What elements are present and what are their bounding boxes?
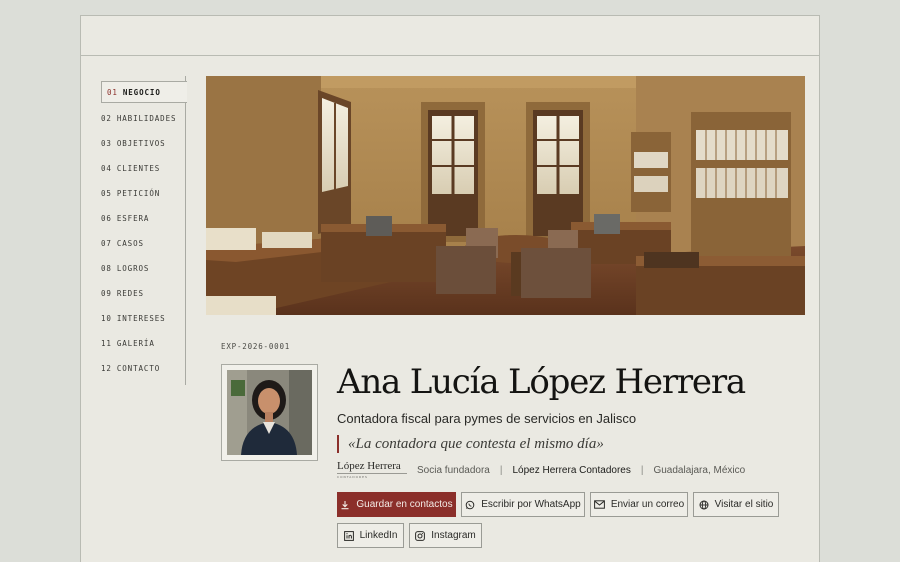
nav-item-number: 10	[101, 314, 112, 323]
profile-name: Ana Lucía López Herrera	[337, 362, 746, 402]
email-label: Enviar un correo	[610, 499, 685, 510]
instagram-label: Instagram	[431, 530, 476, 541]
website-label: Visitar el sitio	[714, 499, 774, 510]
nav-item-number: 03	[101, 139, 112, 148]
save-contact-label: Guardar en contactos	[356, 499, 453, 510]
nav-item-label: CONTACTO	[116, 364, 161, 373]
firm-logo-name: López Herrera	[337, 460, 401, 472]
top-bar	[81, 16, 819, 56]
firm-logo: López Herrera CONTADORES	[337, 460, 407, 479]
nav-item-galeria[interactable]: 11 GALERÍA	[101, 331, 185, 356]
profile-location: Guadalajara, México	[653, 465, 746, 476]
nav-item-logros[interactable]: 08 LOGROS	[101, 256, 185, 281]
profile-meta: Socia fundadora | López Herrera Contador…	[417, 465, 745, 476]
nav-item-label: OBJETIVOS	[116, 139, 166, 148]
profile-portrait	[221, 364, 318, 461]
linkedin-icon	[343, 530, 354, 541]
whatsapp-icon	[465, 500, 475, 510]
nav-item-contacto[interactable]: 12 CONTACTO	[101, 356, 185, 381]
instagram-button[interactable]: Instagram	[409, 523, 482, 548]
profile-position: Socia fundadora	[417, 465, 490, 476]
email-button[interactable]: Enviar un correo	[590, 492, 688, 517]
portrait-photo	[227, 370, 312, 455]
profile-role: Contadora fiscal para pymes de servicios…	[337, 411, 637, 426]
save-contact-button[interactable]: Guardar en contactos	[337, 492, 456, 517]
office-illustration	[206, 76, 805, 315]
profile-tagline: «La contadora que contesta el mismo día»	[348, 436, 604, 452]
nav-item-label: REDES	[116, 289, 144, 298]
nav-item-clientes[interactable]: 04 CLIENTES	[101, 156, 185, 181]
section-nav: 01 NEGOCIO 02 HABILIDADES 03 OBJETIVOS 04 CL…	[101, 76, 187, 385]
nav-item-esfera[interactable]: 06 ESFERA	[101, 206, 185, 231]
meta-separator: |	[640, 465, 644, 476]
nav-item-number: 01	[107, 87, 118, 97]
nav-item-label: HABILIDADES	[116, 114, 177, 123]
nav-tick	[180, 76, 186, 82]
nav-item-label: INTERESES	[116, 314, 166, 323]
profile-code: EXP-2026-0001	[221, 342, 291, 351]
quote-accent-bar	[337, 435, 339, 453]
nav-item-intereses[interactable]: 10 INTERESES	[101, 306, 185, 331]
nav-item-habilidades[interactable]: 02 HABILIDADES	[101, 106, 185, 131]
profile-firm: López Herrera Contadores	[512, 465, 631, 476]
whatsapp-button[interactable]: Escribir por WhatsApp	[461, 492, 585, 517]
mail-icon	[593, 500, 605, 509]
linkedin-label: LinkedIn	[359, 530, 398, 541]
nav-item-peticion[interactable]: 05 PETICIÓN	[101, 181, 185, 206]
nav-item-label: CASOS	[116, 239, 144, 248]
nav-item-label: GALERÍA	[116, 339, 155, 348]
nav-item-negocio[interactable]: 01 NEGOCIO	[101, 81, 187, 103]
nav-item-label: CLIENTES	[116, 164, 161, 173]
nav-item-number: 11	[101, 339, 112, 348]
nav-item-redes[interactable]: 09 REDES	[101, 281, 185, 306]
linkedin-button[interactable]: LinkedIn	[337, 523, 404, 548]
meta-separator: |	[499, 465, 503, 476]
download-icon	[340, 500, 350, 510]
nav-item-casos[interactable]: 07 CASOS	[101, 231, 185, 256]
profile-page: 01 NEGOCIO 02 HABILIDADES 03 OBJETIVOS 04 CL…	[80, 15, 820, 562]
nav-item-label: ESFERA	[116, 214, 150, 223]
globe-icon	[699, 500, 709, 510]
nav-item-label: PETICIÓN	[116, 189, 161, 198]
firm-logo-sub: CONTADORES	[337, 473, 407, 479]
nav-item-label: NEGOCIO	[122, 87, 161, 97]
website-button[interactable]: Visitar el sitio	[693, 492, 779, 517]
nav-item-number: 09	[101, 289, 112, 298]
nav-item-number: 04	[101, 164, 112, 173]
nav-item-objetivos[interactable]: 03 OBJETIVOS	[101, 131, 185, 156]
nav-item-number: 07	[101, 239, 112, 248]
nav-item-number: 12	[101, 364, 112, 373]
nav-item-number: 06	[101, 214, 112, 223]
instagram-icon	[415, 530, 426, 541]
nav-item-number: 02	[101, 114, 112, 123]
portrait-illustration	[227, 370, 312, 455]
hero-office-image	[206, 76, 805, 315]
nav-item-label: LOGROS	[116, 264, 150, 273]
whatsapp-label: Escribir por WhatsApp	[481, 499, 581, 510]
nav-item-number: 05	[101, 189, 112, 198]
nav-item-number: 08	[101, 264, 112, 273]
